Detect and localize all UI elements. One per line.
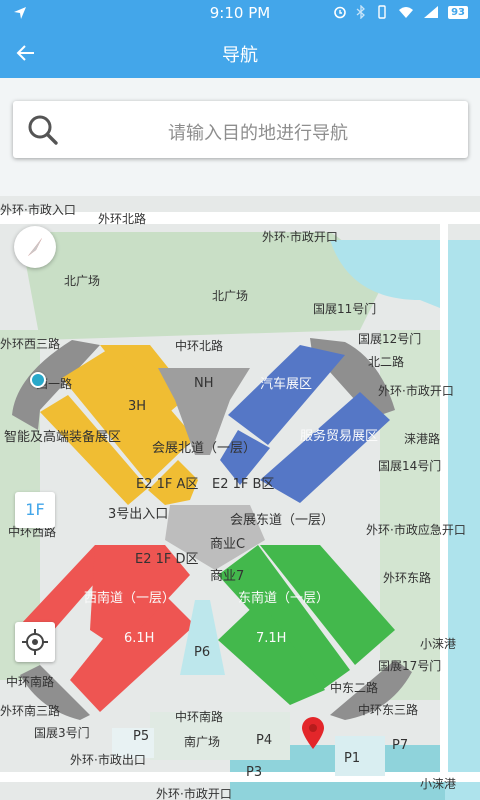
search-placeholder: 请输入目的地进行导航 xyxy=(168,123,348,144)
parking-p1-label[interactable]: P1 xyxy=(344,752,360,765)
road-middle-north: 中环北路 xyxy=(175,339,224,353)
hall-service-label[interactable]: 服务贸易展区 xyxy=(300,430,378,443)
road-outer-west3: 外环西三路 xyxy=(0,337,61,351)
road-outer-north: 外环北路 xyxy=(98,212,147,226)
gate-14: 国展14号门 xyxy=(378,459,442,473)
parking-p7-label[interactable]: P7 xyxy=(392,739,408,752)
road-outer-entrance: 外环·市政入口 xyxy=(0,203,76,217)
water-xiao-lai-gang: 小涞港 xyxy=(420,637,457,651)
alarm-icon xyxy=(334,6,346,19)
hall-61h-label[interactable]: 6.1H xyxy=(124,632,154,645)
bluetooth-icon xyxy=(356,5,366,19)
hall-e2a-label[interactable]: E2 1F A区 xyxy=(136,478,198,491)
road-outer-east: 外环东路 xyxy=(383,571,432,585)
gate-3: 国展3号门 xyxy=(34,726,90,740)
crosshair-icon xyxy=(22,629,48,655)
road-east2: 中东二路 xyxy=(330,681,379,695)
water-xiao-lai-gang-2: 小涞港 xyxy=(420,777,457,791)
parking-p6-label[interactable]: P6 xyxy=(194,646,210,659)
gate-11: 国展11号门 xyxy=(313,302,377,316)
map-view[interactable]: 外环·市政入口 外环北路 外环·市政开口 北广场 北广场 国展11号门 外环西三… xyxy=(0,196,480,800)
status-bar: 9:10 PM 93 xyxy=(0,0,480,28)
app-bar: 导航 xyxy=(0,28,480,78)
hall-auto-label[interactable]: 汽车展区 xyxy=(260,378,312,391)
road-middle-south: 中环南路 xyxy=(175,710,224,724)
wifi-icon xyxy=(399,7,414,18)
destination-pin-icon[interactable] xyxy=(300,716,326,750)
signal-icon xyxy=(424,6,439,18)
gate-17: 国展17号门 xyxy=(378,659,442,673)
floor-selector-button[interactable]: 1F xyxy=(15,492,55,528)
search-input[interactable]: 请输入目的地进行导航 xyxy=(13,101,468,158)
area-north-plaza-2: 北广场 xyxy=(212,289,249,303)
avenue-southeast-label: 东南道（一层） xyxy=(238,591,330,606)
hall-e2b-label[interactable]: E2 1F B区 xyxy=(212,478,274,491)
road-outer-south3: 外环南三路 xyxy=(0,704,61,718)
search-icon xyxy=(28,115,58,145)
road-outer-east3: 中环东三路 xyxy=(358,703,419,717)
compass-button[interactable] xyxy=(14,226,56,268)
battery-icon: 93 xyxy=(448,5,468,19)
business-c-label[interactable]: 商业C xyxy=(210,538,245,551)
gate-12: 国展12号门 xyxy=(358,332,422,346)
vibrate-icon xyxy=(378,5,386,19)
area-north-plaza-1: 北广场 xyxy=(64,274,101,288)
hall-nh-label[interactable]: NH xyxy=(194,377,214,390)
avenue-north-label: 会展北道（一层） xyxy=(152,441,257,456)
road-outer-emergency: 外环·市政应急开口 xyxy=(366,523,466,537)
road-north2: 北二路 xyxy=(368,355,405,369)
exit-3-label[interactable]: 3号出入口 xyxy=(108,508,168,521)
parking-p5-label[interactable]: P5 xyxy=(133,730,149,743)
page-title: 导航 xyxy=(222,45,258,66)
parking-p4-label[interactable]: P4 xyxy=(256,734,272,747)
avenue-east-label: 会展东道（一层） xyxy=(230,513,335,528)
current-location-marker xyxy=(30,372,46,388)
locate-button[interactable] xyxy=(15,622,55,662)
status-icons: 93 xyxy=(333,5,468,19)
hall-smart-label[interactable]: 智能及高端装备展区 xyxy=(4,431,121,444)
compass-icon xyxy=(28,238,42,256)
area-south-plaza: 南广场 xyxy=(184,735,221,749)
road-lai-gang: 涞港路 xyxy=(404,432,441,446)
road-outer-gate-right: 外环·市政开口 xyxy=(378,384,454,398)
road-south-left: 中环南路 xyxy=(6,675,55,689)
road-outer-exit: 外环·市政出口 xyxy=(70,753,146,767)
avenue-southwest-label: 西南道（一层） xyxy=(84,591,176,606)
hall-e2d-label[interactable]: E2 1F D区 xyxy=(135,553,199,566)
road-outer-bottom: 外环·市政开口 xyxy=(156,787,232,800)
business-7-label[interactable]: 商业7 xyxy=(210,570,244,583)
parking-p3-label[interactable]: P3 xyxy=(246,766,262,779)
hall-3h-label[interactable]: 3H xyxy=(128,400,146,413)
hall-71h-label[interactable]: 7.1H xyxy=(256,632,286,645)
road-outer-gate-top: 外环·市政开口 xyxy=(262,230,338,244)
